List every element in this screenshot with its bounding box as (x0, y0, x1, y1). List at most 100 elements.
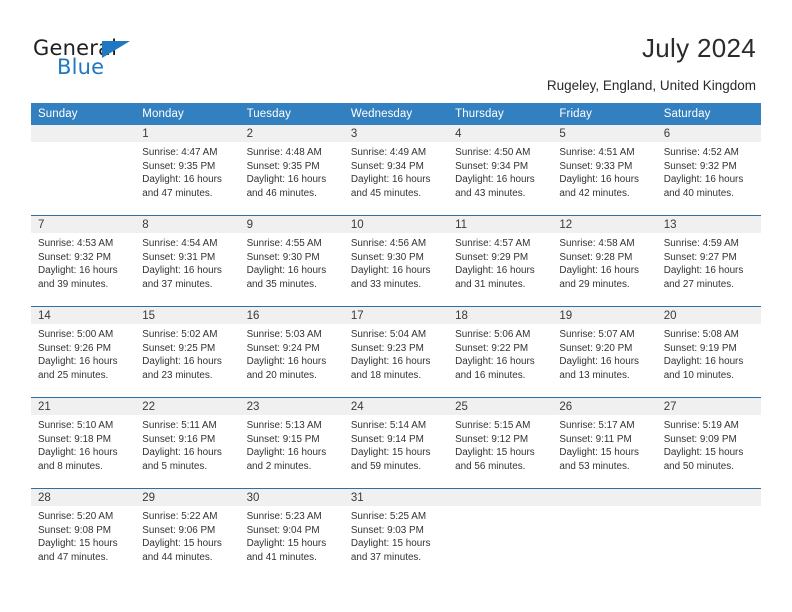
calendar-day-cell[interactable]: 11 Sunrise: 4:57 AM Sunset: 9:29 PM Dayligh… (448, 215, 553, 307)
day-cell-content: 2 Sunrise: 4:48 AM Sunset: 9:35 PM Daylight… (239, 125, 344, 215)
sunset-text: Sunset: 9:26 PM (38, 342, 112, 354)
calendar-week-row: 14 Sunrise: 5:00 AM Sunset: 9:26 PM Dayligh… (31, 306, 761, 398)
calendar-day-cell[interactable]: 25 Sunrise: 5:15 AM Sunset: 9:12 PM Dayligh… (448, 397, 553, 489)
calendar-day-cell[interactable]: 19 Sunrise: 5:07 AM Sunset: 9:20 PM Dayligh… (552, 306, 657, 398)
sunrise-text: Sunrise: 4:58 AM (559, 238, 635, 249)
triangle-icon (102, 41, 130, 58)
calendar-day-cell[interactable]: 14 Sunrise: 5:00 AM Sunset: 9:26 PM Dayligh… (31, 306, 136, 398)
sunrise-text: Sunrise: 4:53 AM (38, 238, 114, 249)
daylight-text-line1: Daylight: 16 hours (246, 174, 327, 186)
sunset-text: Sunset: 9:08 PM (38, 524, 112, 536)
sunrise-text: Sunrise: 5:02 AM (142, 329, 218, 340)
daylight-text-line1: Daylight: 16 hours (663, 265, 744, 277)
weekday-header-tuesday: Tuesday (239, 103, 344, 125)
calendar-day-cell[interactable]: 4 Sunrise: 4:50 AM Sunset: 9:34 PM Daylight… (448, 125, 553, 216)
sunset-text: Sunset: 9:27 PM (663, 251, 737, 263)
page-header: General Blue July 2024 Rugeley, England,… (0, 0, 792, 100)
day-number (448, 489, 553, 506)
calendar-day-cell[interactable]: 28 Sunrise: 5:20 AM Sunset: 9:08 PM Dayligh… (31, 488, 136, 579)
sunrise-text: Sunrise: 4:47 AM (142, 147, 218, 158)
day-number: 2 (239, 125, 344, 142)
calendar-day-cell[interactable]: 15 Sunrise: 5:02 AM Sunset: 9:25 PM Dayligh… (135, 306, 240, 398)
sunrise-text: Sunrise: 4:56 AM (350, 238, 427, 249)
calendar-day-cell (31, 125, 136, 216)
day-cell-content: 26 Sunrise: 5:17 AM Sunset: 9:11 PM Dayligh… (552, 398, 657, 488)
day-sun-info: Sunrise: 5:13 AM Sunset: 9:15 PM Daylight:… (240, 415, 344, 473)
daylight-text-line1: Daylight: 16 hours (559, 265, 639, 277)
day-number: 12 (552, 216, 657, 233)
calendar-day-cell[interactable]: 21 Sunrise: 5:10 AM Sunset: 9:18 PM Dayligh… (31, 397, 136, 489)
calendar-day-cell[interactable]: 2 Sunrise: 4:48 AM Sunset: 9:35 PM Daylight… (239, 125, 344, 216)
sunset-text: Sunset: 9:31 PM (142, 251, 216, 263)
calendar-day-cell[interactable]: 20 Sunrise: 5:08 AM Sunset: 9:19 PM Dayligh… (656, 306, 761, 398)
day-number: 31 (343, 489, 449, 506)
day-sun-info: Sunrise: 4:53 AM Sunset: 9:32 PM Daylight:… (31, 233, 135, 291)
day-number: 11 (448, 216, 553, 233)
day-cell-content: 27 Sunrise: 5:19 AM Sunset: 9:09 PM Dayligh… (656, 398, 761, 488)
calendar-day-cell[interactable]: 1 Sunrise: 4:47 AM Sunset: 9:35 PM Daylight… (135, 125, 240, 216)
daylight-text-line1: Daylight: 16 hours (350, 265, 431, 277)
calendar-day-cell[interactable]: 27 Sunrise: 5:19 AM Sunset: 9:09 PM Dayligh… (656, 397, 761, 489)
daylight-text-line2: and 25 minutes. (38, 369, 109, 381)
sunrise-text: Sunrise: 4:57 AM (455, 238, 531, 249)
calendar-day-cell[interactable]: 5 Sunrise: 4:51 AM Sunset: 9:33 PM Daylight… (552, 125, 657, 216)
day-number: 30 (239, 489, 344, 506)
calendar-day-cell[interactable]: 18 Sunrise: 5:06 AM Sunset: 9:22 PM Dayligh… (448, 306, 553, 398)
daylight-text-line1: Daylight: 16 hours (246, 356, 327, 368)
brand-logo[interactable]: General Blue (33, 36, 213, 84)
daylight-text-line2: and 39 minutes. (38, 278, 109, 290)
sunset-text: Sunset: 9:12 PM (455, 433, 529, 445)
calendar-day-cell[interactable]: 13 Sunrise: 4:59 AM Sunset: 9:27 PM Dayligh… (656, 215, 761, 307)
sunrise-text: Sunrise: 5:17 AM (559, 420, 635, 431)
calendar-day-cell[interactable]: 10 Sunrise: 4:56 AM Sunset: 9:30 PM Dayligh… (343, 215, 449, 307)
calendar-day-cell[interactable]: 16 Sunrise: 5:03 AM Sunset: 9:24 PM Dayligh… (239, 306, 344, 398)
daylight-text-line1: Daylight: 16 hours (455, 265, 535, 277)
daylight-text-line1: Daylight: 16 hours (142, 174, 222, 186)
brand-name-blue: Blue (57, 55, 105, 79)
day-cell-content: 23 Sunrise: 5:13 AM Sunset: 9:15 PM Dayligh… (239, 398, 344, 488)
calendar-day-cell[interactable]: 24 Sunrise: 5:14 AM Sunset: 9:14 PM Dayligh… (343, 397, 449, 489)
day-number: 15 (135, 307, 240, 324)
calendar-day-cell[interactable]: 31 Sunrise: 5:25 AM Sunset: 9:03 PM Dayligh… (343, 488, 449, 579)
day-cell-content: 14 Sunrise: 5:00 AM Sunset: 9:26 PM Dayligh… (31, 307, 136, 397)
day-number: 9 (239, 216, 344, 233)
calendar-week-row: 28 Sunrise: 5:20 AM Sunset: 9:08 PM Dayligh… (31, 488, 761, 579)
weekday-header-saturday: Saturday (656, 103, 761, 125)
calendar-day-cell[interactable]: 17 Sunrise: 5:04 AM Sunset: 9:23 PM Dayligh… (343, 306, 449, 398)
daylight-text-line1: Daylight: 16 hours (38, 447, 118, 459)
calendar-day-cell[interactable]: 22 Sunrise: 5:11 AM Sunset: 9:16 PM Dayligh… (135, 397, 240, 489)
calendar-day-cell[interactable]: 30 Sunrise: 5:23 AM Sunset: 9:04 PM Dayligh… (239, 488, 344, 579)
sunrise-text: Sunrise: 4:51 AM (559, 147, 635, 158)
sunset-text: Sunset: 9:04 PM (246, 524, 320, 536)
sunrise-text: Sunrise: 5:07 AM (559, 329, 635, 340)
sunset-text: Sunset: 9:20 PM (559, 342, 633, 354)
daylight-text-line2: and 8 minutes. (38, 460, 103, 472)
daylight-text-line1: Daylight: 16 hours (455, 356, 535, 368)
daylight-text-line2: and 53 minutes. (559, 460, 630, 472)
day-cell-content: 20 Sunrise: 5:08 AM Sunset: 9:19 PM Dayligh… (656, 307, 761, 397)
calendar-day-cell[interactable]: 29 Sunrise: 5:22 AM Sunset: 9:06 PM Dayligh… (135, 488, 240, 579)
sunrise-text: Sunrise: 5:00 AM (38, 329, 114, 340)
calendar-day-cell[interactable]: 7 Sunrise: 4:53 AM Sunset: 9:32 PM Daylight… (31, 215, 136, 307)
day-sun-info: Sunrise: 4:50 AM Sunset: 9:34 PM Daylight:… (448, 142, 552, 200)
day-sun-info: Sunrise: 5:19 AM Sunset: 9:09 PM Daylight:… (657, 415, 761, 473)
calendar-day-cell[interactable]: 26 Sunrise: 5:17 AM Sunset: 9:11 PM Dayligh… (552, 397, 657, 489)
calendar-day-cell[interactable]: 3 Sunrise: 4:49 AM Sunset: 9:34 PM Daylight… (343, 125, 449, 216)
weekday-header-monday: Monday (135, 103, 240, 125)
daylight-text-line2: and 37 minutes. (142, 278, 213, 290)
day-sun-info: Sunrise: 5:07 AM Sunset: 9:20 PM Daylight:… (552, 324, 656, 382)
day-sun-info: Sunrise: 5:15 AM Sunset: 9:12 PM Daylight:… (448, 415, 552, 473)
daylight-text-line2: and 42 minutes. (559, 187, 630, 199)
daylight-text-line1: Daylight: 16 hours (38, 356, 118, 368)
calendar-day-cell[interactable]: 6 Sunrise: 4:52 AM Sunset: 9:32 PM Daylight… (656, 125, 761, 216)
calendar-day-cell[interactable]: 8 Sunrise: 4:54 AM Sunset: 9:31 PM Daylight… (135, 215, 240, 307)
weekday-header-sunday: Sunday (31, 103, 136, 125)
daylight-text-line2: and 47 minutes. (38, 551, 109, 563)
calendar-day-cell[interactable]: 12 Sunrise: 4:58 AM Sunset: 9:28 PM Dayligh… (552, 215, 657, 307)
day-number (31, 125, 136, 142)
calendar-grid: Sunday Monday Tuesday Wednesday Thursday… (31, 103, 761, 579)
daylight-text-line2: and 40 minutes. (663, 187, 734, 199)
calendar-day-cell[interactable]: 9 Sunrise: 4:55 AM Sunset: 9:30 PM Daylight… (239, 215, 344, 307)
calendar-day-cell[interactable]: 23 Sunrise: 5:13 AM Sunset: 9:15 PM Dayligh… (239, 397, 344, 489)
calendar-body: 1 Sunrise: 4:47 AM Sunset: 9:35 PM Daylight… (31, 125, 761, 579)
